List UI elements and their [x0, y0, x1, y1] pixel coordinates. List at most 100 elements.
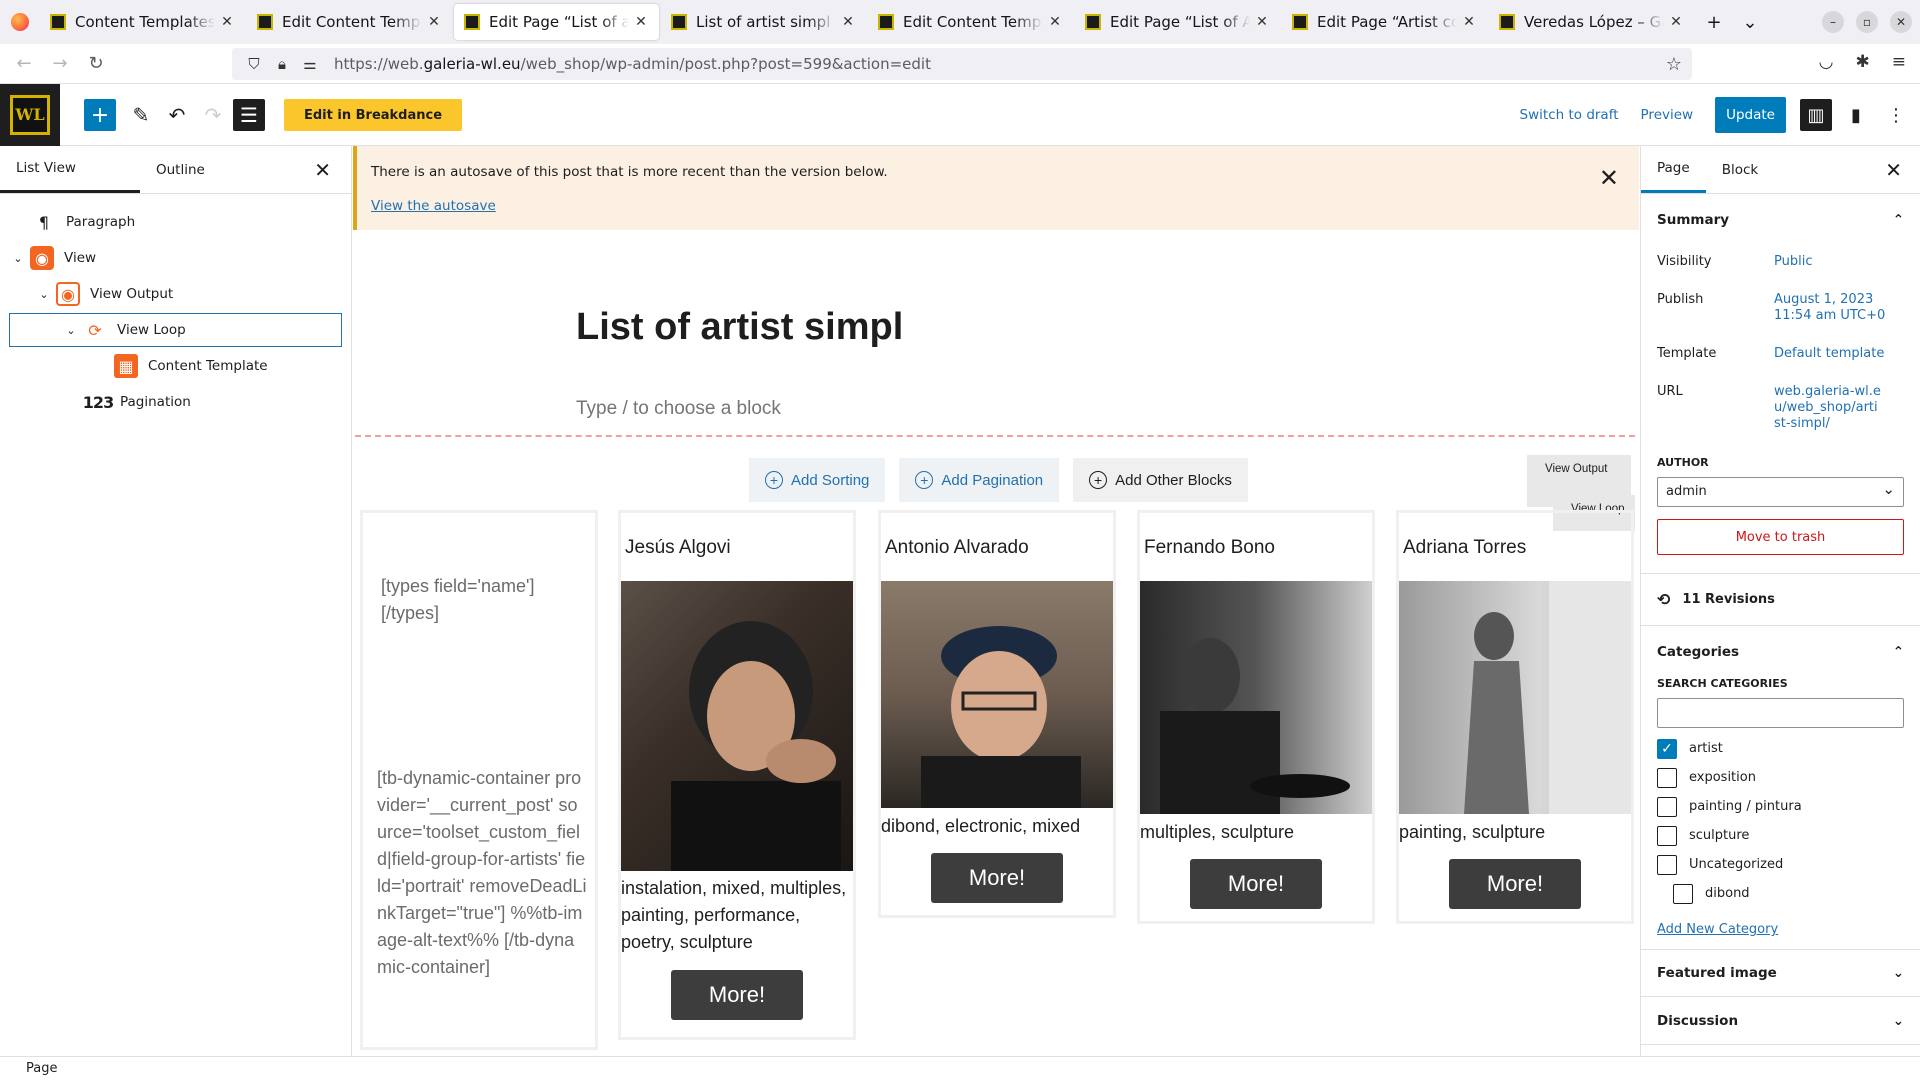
close-tab-icon[interactable]: ✕: [1254, 14, 1270, 30]
pocket-icon[interactable]: ◡: [1819, 52, 1834, 72]
chevron-down-icon[interactable]: ⌄: [10, 252, 26, 265]
close-icon[interactable]: ✕: [1885, 158, 1902, 182]
category-checkbox[interactable]: exposition: [1641, 763, 1920, 792]
list-item[interactable]: ⌄ ◉ View Output: [0, 276, 351, 312]
more-button[interactable]: More!: [1449, 859, 1581, 909]
close-icon[interactable]: ✕: [1599, 164, 1619, 192]
more-button[interactable]: More!: [671, 970, 803, 1020]
chevron-down-icon[interactable]: ⌄: [63, 324, 79, 337]
shield-icon[interactable]: ⛉: [242, 55, 266, 73]
close-icon[interactable]: ✕: [314, 158, 331, 182]
redo-icon[interactable]: ↷: [197, 99, 229, 131]
lock-icon[interactable]: 🔒︎: [270, 55, 294, 73]
browser-tab[interactable]: Edit Page “Artist complete”✕: [1282, 4, 1487, 40]
browser-tab[interactable]: Content Templates ‹ Galeria✕: [40, 4, 245, 40]
firefox-icon[interactable]: [0, 0, 40, 44]
list-item[interactable]: 123 Pagination: [0, 384, 351, 420]
category-checkbox[interactable]: sculpture: [1641, 821, 1920, 850]
list-item[interactable]: ¶ Paragraph: [0, 204, 351, 240]
close-tab-icon[interactable]: ✕: [633, 14, 649, 30]
view-autosave-link[interactable]: View the autosave: [371, 198, 496, 214]
browser-tab-active[interactable]: Edit Page “List of artist simpl”✕: [454, 4, 659, 40]
artist-card[interactable]: Fernando Bono multiples, sculpture More!: [1137, 510, 1375, 924]
artist-card[interactable]: Jesús Algovi instalation, mixed, multipl…: [618, 510, 856, 1040]
tab-outline[interactable]: Outline: [140, 146, 280, 193]
add-new-category-link[interactable]: Add New Category: [1641, 922, 1920, 937]
featured-image-header[interactable]: Featured image ⌄: [1641, 949, 1920, 997]
site-logo[interactable]: WL: [0, 83, 60, 146]
checkbox-checked-icon[interactable]: ✓: [1657, 738, 1677, 759]
menu-icon[interactable]: ≡: [1892, 52, 1906, 72]
summary-header[interactable]: Summary ⌃: [1641, 194, 1920, 246]
block-inserter-button[interactable]: +: [84, 99, 116, 131]
visibility-value[interactable]: Public: [1774, 246, 1812, 270]
close-tab-icon[interactable]: ✕: [1461, 14, 1477, 30]
content-template-card[interactable]: [types field='name'] [/types] [tb-dynami…: [360, 510, 598, 1050]
undo-icon[interactable]: ↶: [161, 99, 193, 131]
extensions-icon[interactable]: ✱: [1856, 52, 1870, 72]
close-tab-icon[interactable]: ✕: [426, 14, 442, 30]
checkbox-icon[interactable]: [1657, 767, 1677, 788]
artist-card[interactable]: Antonio Alvarado dibond, electronic, mix…: [878, 510, 1116, 918]
close-tab-icon[interactable]: ✕: [1047, 14, 1063, 30]
add-pagination-button[interactable]: + Add Pagination: [899, 458, 1060, 502]
url-bar[interactable]: ⛉ 🔒︎ ⚌ https://web.galeria-wl.eu/web_sho…: [232, 48, 1692, 80]
revisions-row[interactable]: ⟲ 11 Revisions: [1641, 573, 1920, 625]
more-button[interactable]: More!: [1190, 859, 1322, 909]
preview-button[interactable]: Preview: [1641, 107, 1694, 123]
options-more-icon[interactable]: ⋮: [1880, 99, 1912, 131]
tab-list-chevron-icon[interactable]: ⌄: [1732, 4, 1768, 40]
document-overview-icon[interactable]: ☰: [233, 99, 265, 131]
new-tab-icon[interactable]: +: [1696, 4, 1732, 40]
browser-tab[interactable]: Edit Page “List of Artists”✕: [1075, 4, 1280, 40]
discussion-header[interactable]: Discussion ⌄: [1641, 997, 1920, 1045]
tab-block[interactable]: Block: [1706, 146, 1775, 193]
close-tab-icon[interactable]: ✕: [1668, 14, 1684, 30]
more-button[interactable]: More!: [931, 853, 1063, 903]
page-title[interactable]: List of artist simpl: [576, 306, 903, 349]
reload-icon[interactable]: ↻: [78, 48, 114, 80]
plugin-icon[interactable]: ▮: [1840, 99, 1872, 131]
maximize-icon[interactable]: ▫: [1856, 11, 1878, 33]
close-tab-icon[interactable]: ✕: [219, 14, 235, 30]
browser-tab[interactable]: List of artist simpl – Galeria✕: [661, 4, 866, 40]
checkbox-icon[interactable]: [1673, 883, 1693, 904]
list-item-selected[interactable]: ⌄ ⟳ View Loop: [8, 312, 343, 348]
categories-header[interactable]: Categories ⌃: [1641, 625, 1920, 677]
add-sorting-button[interactable]: + Add Sorting: [749, 458, 886, 502]
list-item[interactable]: ▦ Content Template: [0, 348, 351, 384]
block-appender[interactable]: Type / to choose a block: [576, 398, 781, 420]
block-breadcrumb[interactable]: Page: [0, 1056, 1920, 1080]
tab-page[interactable]: Page: [1641, 146, 1706, 193]
category-checkbox[interactable]: Uncategorized: [1641, 850, 1920, 879]
checkbox-icon[interactable]: [1657, 796, 1677, 817]
settings-sidebar-icon[interactable]: ▥: [1800, 99, 1832, 131]
category-checkbox[interactable]: painting / pintura: [1641, 792, 1920, 821]
bookmark-star-icon[interactable]: ☆: [1666, 54, 1682, 75]
search-categories-input[interactable]: [1657, 698, 1904, 728]
category-checkbox[interactable]: dibond: [1641, 879, 1920, 908]
close-tab-icon[interactable]: ✕: [840, 14, 856, 30]
permissions-icon[interactable]: ⚌: [298, 55, 322, 73]
url-value[interactable]: web.galeria-wl.eu/web_shop/artist-simpl/: [1774, 376, 1884, 432]
minimize-icon[interactable]: –: [1822, 11, 1844, 33]
author-select[interactable]: admin: [1657, 477, 1904, 507]
switch-to-draft-button[interactable]: Switch to draft: [1520, 107, 1619, 123]
edit-pencil-icon[interactable]: ✎: [125, 99, 157, 131]
add-other-blocks-button[interactable]: + Add Other Blocks: [1073, 458, 1248, 502]
chevron-down-icon[interactable]: ⌄: [36, 288, 52, 301]
move-to-trash-button[interactable]: Move to trash: [1657, 519, 1904, 555]
browser-tab[interactable]: Veredas López – Galeria✕: [1489, 4, 1694, 40]
update-button[interactable]: Update: [1715, 97, 1786, 133]
checkbox-icon[interactable]: [1657, 825, 1677, 846]
list-item[interactable]: ⌄ ◉ View: [0, 240, 351, 276]
forward-icon[interactable]: →: [42, 48, 78, 80]
back-icon[interactable]: ←: [6, 48, 42, 80]
tab-list-view[interactable]: List View: [0, 146, 140, 193]
close-window-icon[interactable]: ✕: [1890, 11, 1912, 33]
browser-tab[interactable]: Edit Content Template✕: [868, 4, 1073, 40]
category-checkbox[interactable]: ✓ artist: [1641, 734, 1920, 763]
checkbox-icon[interactable]: [1657, 854, 1677, 875]
artist-card[interactable]: Adriana Torres painting, sculpture More!: [1396, 510, 1634, 924]
publish-value[interactable]: August 1, 2023 11:54 am UTC+0: [1774, 284, 1904, 324]
